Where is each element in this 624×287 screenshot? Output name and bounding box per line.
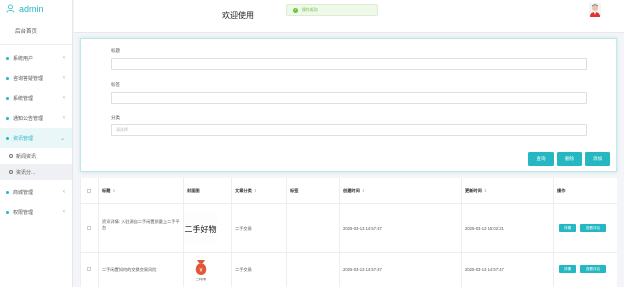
table-row: 二手闲置如何的交换交易风险 ¥ 二手好物 二手交易 2025-03-13 14:… (80, 253, 617, 287)
sidebar-item-consult[interactable]: 咨询答疑管理 ‹ (0, 68, 72, 88)
circle-icon (9, 154, 13, 158)
cover-image: 二手好物 (184, 211, 217, 245)
sidebar-item-label: 商城管理 (13, 189, 34, 196)
brand-name: admin (19, 3, 44, 14)
chevron-down-icon: ⌄ (59, 135, 65, 142)
chevron-left-icon: ‹ (63, 95, 65, 101)
bullet-icon (6, 210, 9, 214)
search-panel: 标题 标签 分类 请选择 查询 删除 添加 (80, 38, 617, 172)
cell-created: 2025-03-13 14:57:47 (343, 226, 382, 231)
svg-text:¥: ¥ (199, 268, 202, 274)
sidebar-subitem-news[interactable]: 新闻资讯 (0, 148, 72, 164)
row-checkbox[interactable] (87, 267, 91, 271)
category-select[interactable]: 请选择 (111, 124, 587, 136)
sidebar-item-label: 通知公告管理 (13, 115, 44, 122)
sidebar-item-system[interactable]: 系统管理 ‹ (0, 88, 72, 108)
sidebar-item-permission[interactable]: 权限管理 ‹ (0, 202, 72, 222)
table-row: 资讯详情: 入驻源自二手闲置质量上二手平台 二手好物 二手交易 2025-03-… (80, 204, 617, 253)
cover-image: ¥ 二手好物 (191, 255, 211, 283)
sidebar-item-label: 资讯管理 (13, 135, 34, 142)
cell-updated: 2025-03-13 15:02:21 (465, 226, 504, 231)
cell-title[interactable]: 二手闲置如何的交换交易风险 (102, 267, 182, 273)
tag-input[interactable] (111, 92, 587, 104)
cell-category: 二手交易 (235, 226, 252, 231)
check-icon: ✓ (293, 7, 298, 13)
success-toast: ✓ 操作成功! (286, 4, 378, 16)
sidebar-subitem-label: 新闻资讯 (16, 153, 37, 160)
cell-created: 2025-03-13 14:57:47 (343, 267, 382, 272)
col-tag: 标签 (290, 188, 299, 193)
sidebar-subitem-category[interactable]: 资讯分... (0, 164, 72, 180)
sidebar-item-label: 系统用户 (13, 55, 34, 62)
view-comments-button[interactable]: 查看评论 (580, 265, 606, 273)
search-button[interactable]: 查询 (528, 152, 554, 166)
bullet-icon (6, 190, 9, 194)
col-category[interactable]: 文章分类 ⇕ (235, 188, 257, 194)
chevron-left-icon: ‹ (63, 55, 65, 61)
col-title[interactable]: 标题 ⇕ (102, 188, 116, 194)
user-icon (6, 4, 15, 13)
toast-message: 操作成功! (302, 7, 319, 12)
chevron-left-icon: ‹ (63, 115, 65, 121)
bullet-icon (6, 136, 9, 140)
select-all-checkbox[interactable] (87, 189, 91, 193)
view-comments-button[interactable]: 查看评论 (580, 224, 606, 232)
bullet-icon (6, 116, 9, 120)
avatar[interactable] (589, 3, 601, 17)
sidebar-subitem-label: 资讯分... (16, 169, 36, 176)
chevron-left-icon: ‹ (63, 189, 65, 195)
chevron-left-icon: ‹ (63, 75, 65, 81)
brand: admin (0, 0, 72, 17)
svg-text:二手好物: 二手好物 (196, 277, 207, 281)
category-label: 分类 (111, 115, 120, 120)
svg-text:二手好物: 二手好物 (185, 224, 217, 234)
row-checkbox[interactable] (87, 226, 91, 230)
sidebar: admin 后台首页 系统用户 ‹ 咨询答疑管理 ‹ 系统管理 ‹ 通知公告管理… (0, 0, 73, 287)
col-cover: 封面图 (187, 188, 200, 193)
tag-label: 标签 (111, 82, 120, 87)
title-label: 标题 (111, 48, 120, 53)
sidebar-item-system-users[interactable]: 系统用户 ‹ (0, 48, 72, 68)
col-created[interactable]: 创建时间 ⇕ (343, 188, 365, 194)
chevron-left-icon: ‹ (63, 209, 65, 215)
sidebar-home[interactable]: 后台首页 (0, 17, 72, 45)
sidebar-item-label: 咨询答疑管理 (13, 75, 44, 82)
welcome-text: 欢迎使用 (222, 11, 254, 20)
sidebar-item-label: 权限管理 (13, 209, 34, 216)
cell-title[interactable]: 资讯详情: 入驻源自二手闲置质量上二手平台 (102, 219, 180, 231)
delete-button[interactable]: 删除 (557, 152, 582, 166)
title-input[interactable] (111, 58, 587, 70)
cell-category: 二手交易 (235, 267, 252, 272)
detail-button[interactable]: 详情 (559, 224, 576, 232)
table-header: 标题 ⇕ 封面图 文章分类 ⇕ 标签 创建时间 ⇕ 更新时间 ⇕ 操作 (80, 178, 617, 204)
add-button[interactable]: 添加 (585, 152, 610, 166)
bullet-icon (6, 76, 9, 80)
col-actions: 操作 (557, 188, 566, 193)
bullet-icon (6, 96, 9, 100)
sidebar-item-notice[interactable]: 通知公告管理 ‹ (0, 108, 72, 128)
sidebar-item-mall[interactable]: 商城管理 ‹ (0, 182, 72, 202)
circle-icon (9, 170, 13, 174)
news-table: 标题 ⇕ 封面图 文章分类 ⇕ 标签 创建时间 ⇕ 更新时间 ⇕ 操作 资讯详情: 入驻… (80, 178, 617, 287)
col-updated[interactable]: 更新时间 ⇕ (465, 188, 487, 194)
bullet-icon (6, 56, 9, 60)
sidebar-item-news[interactable]: 资讯管理 ⌄ (0, 128, 72, 148)
detail-button[interactable]: 详情 (559, 265, 576, 273)
cell-updated: 2025-03-13 14:57:47 (465, 267, 504, 272)
sidebar-item-label: 系统管理 (13, 95, 34, 102)
